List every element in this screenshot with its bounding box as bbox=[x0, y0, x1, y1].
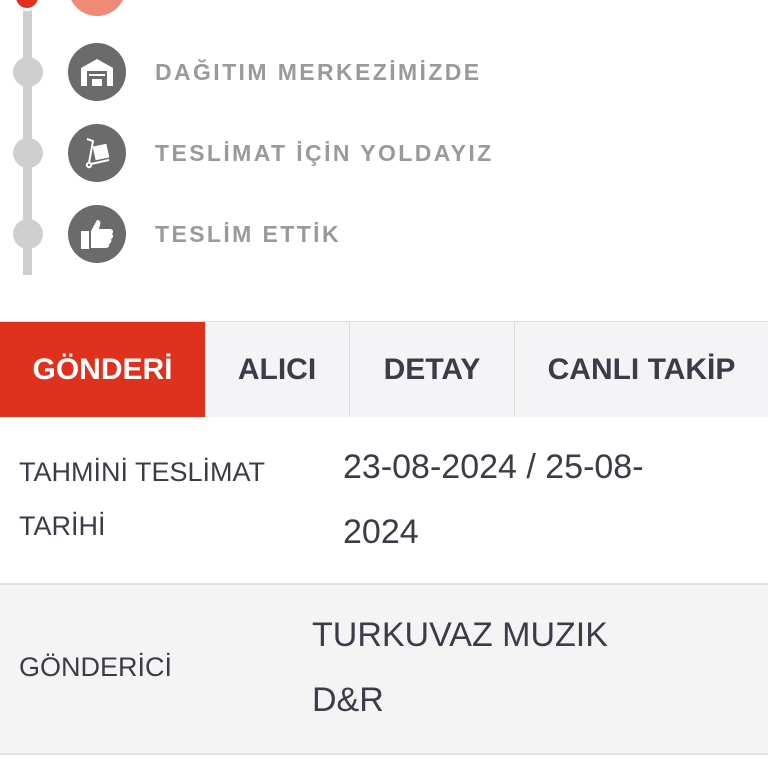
label-line: TARİHİ bbox=[19, 511, 106, 541]
estimated-delivery-label: TAHMİNİ TESLİMAT TARİHİ bbox=[19, 445, 265, 553]
sender-label: GÖNDERİCİ bbox=[19, 652, 173, 682]
timeline-step-label: TESLİM ETTİK bbox=[155, 221, 341, 247]
shipment-timeline: DAĞITIM MERKEZİMİZDE TESLİMAT İÇİN YOLDA… bbox=[0, 0, 768, 290]
timeline-step-label: DAĞITIM MERKEZİMİZDE bbox=[155, 59, 482, 85]
label-line: TAHMİNİ TESLİMAT bbox=[19, 457, 266, 487]
value-line: 23-08-2024 / 25-08- bbox=[343, 448, 644, 486]
thumbs-up-icon bbox=[68, 205, 126, 263]
timeline-dot bbox=[13, 138, 43, 168]
timeline-step-on-the-way: TESLİMAT İÇİN YOLDAYIZ bbox=[0, 123, 768, 183]
shipment-tabs: GÖNDERİ ALICI DETAY CANLI TAKİP bbox=[0, 321, 768, 433]
estimated-delivery-value: 23-08-2024 / 25-08- 2024 bbox=[343, 435, 743, 565]
tab-live-tracking[interactable]: CANLI TAKİP bbox=[515, 322, 768, 417]
estimated-delivery-row: TAHMİNİ TESLİMAT TARİHİ 23-08-2024 / 25-… bbox=[0, 417, 768, 585]
sender-row: GÖNDERİCİ TURKUVAZ MUZIK D&R bbox=[0, 585, 768, 755]
value-line: TURKUVAZ MUZIK bbox=[312, 616, 608, 654]
timeline-step-label: TESLİMAT İÇİN YOLDAYIZ bbox=[155, 140, 494, 166]
previous-step-icon bbox=[68, 0, 126, 16]
tab-shipment[interactable]: GÖNDERİ bbox=[0, 322, 205, 433]
tab-detail[interactable]: DETAY bbox=[350, 322, 515, 417]
value-line: 2024 bbox=[343, 513, 419, 551]
value-line: D&R bbox=[312, 681, 384, 719]
sender-value: TURKUVAZ MUZIK D&R bbox=[312, 603, 712, 733]
timeline-step-distribution-center: DAĞITIM MERKEZİMİZDE bbox=[0, 42, 768, 102]
timeline-dot bbox=[13, 57, 43, 87]
timeline-dot-active bbox=[13, 0, 41, 11]
next-row bbox=[0, 755, 768, 768]
warehouse-icon bbox=[68, 43, 126, 101]
timeline-dot bbox=[13, 219, 43, 249]
hand-truck-icon bbox=[68, 124, 126, 182]
timeline-step-delivered: TESLİM ETTİK bbox=[0, 204, 768, 264]
tab-recipient[interactable]: ALICI bbox=[205, 322, 350, 417]
